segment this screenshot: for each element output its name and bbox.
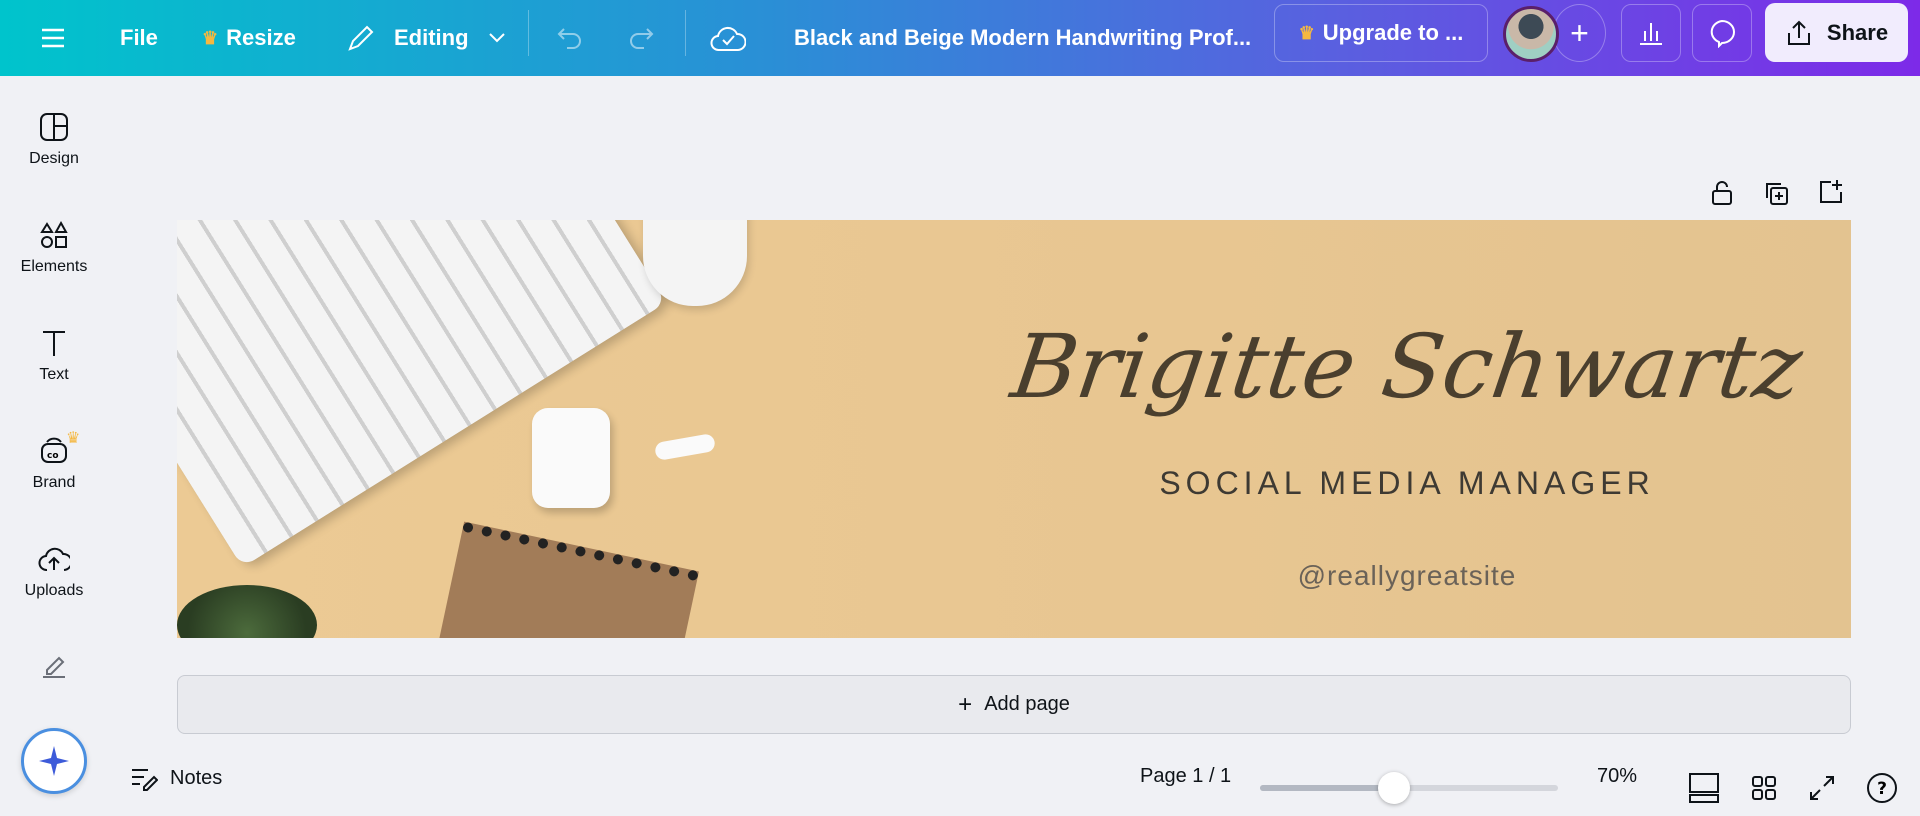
redo-button[interactable]	[625, 23, 655, 53]
design-canvas[interactable]: Brigitte Schwartz SOCIAL MEDIA MANAGER @…	[177, 220, 1851, 638]
design-icon	[40, 113, 68, 141]
handle-text[interactable]: @reallygreatsite	[1007, 560, 1807, 592]
file-button[interactable]: File	[120, 25, 158, 51]
menu-button[interactable]	[40, 27, 66, 49]
pencil-icon	[348, 25, 374, 51]
earbuds-case-image	[532, 408, 610, 508]
upgrade-button[interactable]: ♛ Upgrade to ...	[1274, 4, 1488, 62]
redo-icon	[630, 28, 654, 49]
comment-icon	[1710, 19, 1735, 48]
sidebar-item-text[interactable]: Text	[0, 328, 108, 384]
sidebar-item-draw[interactable]	[0, 650, 108, 688]
plant-image	[177, 585, 317, 638]
page-view-icon[interactable]	[1688, 772, 1720, 804]
name-heading[interactable]: Brigitte Schwartz	[1000, 315, 1814, 418]
help-icon[interactable]: ?	[1866, 772, 1898, 804]
sidebar-item-uploads[interactable]: Uploads	[0, 544, 108, 600]
zoom-slider[interactable]	[1260, 772, 1558, 804]
svg-text:?: ?	[1877, 779, 1887, 799]
insights-button[interactable]	[1621, 4, 1681, 62]
unlock-icon[interactable]	[1709, 180, 1735, 206]
invite-button[interactable]: +	[1553, 4, 1606, 62]
mouse-image	[643, 220, 747, 306]
divider	[528, 10, 529, 56]
editing-dropdown[interactable]: Editing	[346, 23, 507, 53]
crown-icon: ♛	[66, 430, 81, 447]
hamburger-icon	[42, 28, 64, 48]
page-indicator[interactable]: Page 1 / 1	[1140, 765, 1231, 788]
cloud-check-icon	[710, 26, 746, 51]
comments-button[interactable]	[1692, 4, 1752, 62]
grid-view-icon[interactable]	[1750, 774, 1778, 802]
zoom-slider-fill	[1260, 785, 1395, 791]
cloud-upload-icon	[38, 547, 70, 571]
keyboard-image	[177, 220, 667, 568]
bar-chart-icon	[1640, 23, 1662, 45]
share-button[interactable]: Share	[1765, 3, 1908, 62]
notebook-image	[435, 521, 699, 638]
brand-icon: co	[41, 437, 67, 463]
crown-icon: ♛	[1298, 22, 1315, 43]
fullscreen-icon[interactable]	[1808, 774, 1836, 802]
text-icon	[43, 331, 65, 356]
divider	[685, 10, 686, 56]
notes-button[interactable]: Notes	[130, 765, 222, 791]
user-avatar[interactable]	[1503, 6, 1559, 62]
draw-icon	[43, 656, 65, 678]
save-status-button[interactable]	[710, 22, 746, 54]
shapes-icon	[40, 220, 68, 248]
notes-icon	[132, 769, 158, 791]
chevron-down-icon	[488, 33, 505, 43]
crown-icon: ♛	[202, 27, 219, 48]
zoom-slider-thumb[interactable]	[1378, 772, 1411, 804]
undo-icon	[557, 28, 581, 49]
top-bar: File ♛ Resize Editing Black and Beige Mo…	[0, 0, 1920, 76]
earbud-image	[653, 432, 717, 462]
svg-text:co: co	[47, 451, 59, 461]
document-title[interactable]: Black and Beige Modern Handwriting Prof.…	[794, 25, 1251, 51]
plus-icon: +	[958, 690, 973, 718]
upload-share-icon	[1787, 20, 1810, 45]
sidebar-item-elements[interactable]: Elements	[0, 220, 108, 276]
undo-button[interactable]	[556, 23, 586, 53]
add-page-icon[interactable]	[1817, 178, 1843, 204]
sparkle-icon	[39, 746, 69, 776]
sidebar-item-brand[interactable]: ♛ co Brand	[0, 430, 108, 492]
sidebar-item-design[interactable]: Design	[0, 112, 108, 168]
role-subheading[interactable]: SOCIAL MEDIA MANAGER	[1007, 465, 1807, 502]
magic-button[interactable]	[21, 728, 87, 794]
add-page-button[interactable]: + Add page	[177, 675, 1851, 734]
duplicate-page-icon[interactable]	[1763, 180, 1789, 206]
resize-button[interactable]: ♛ Resize	[202, 25, 296, 51]
zoom-level[interactable]: 70%	[1597, 765, 1637, 788]
plus-icon: +	[1570, 14, 1589, 51]
